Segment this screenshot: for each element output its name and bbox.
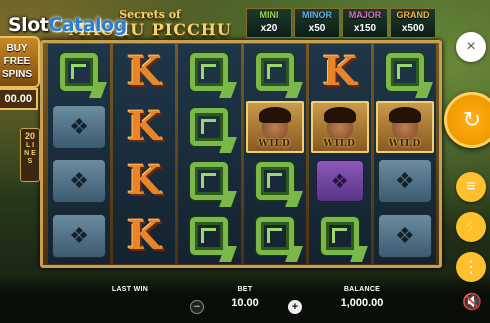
- symbol-stone-eagle: ❖: [376, 210, 434, 263]
- symbol-q: [180, 46, 238, 99]
- reel-1: ❖ ❖ ❖: [48, 44, 111, 264]
- stone-eagle-icon: ❖: [377, 159, 432, 204]
- q-symbol-icon: [190, 162, 229, 201]
- close-icon[interactable]: ×: [456, 32, 486, 62]
- wild-label: WILD: [258, 139, 291, 149]
- symbol-stone-eagle: ❖: [50, 101, 108, 154]
- menu-icon[interactable]: ⋮: [456, 252, 486, 282]
- wild-label: WILD: [388, 139, 422, 149]
- bet-value: 10.00: [231, 297, 259, 309]
- q-symbol-icon: [255, 162, 294, 201]
- balance: BALANCE 1,000.00: [330, 286, 394, 309]
- symbol-k: K: [115, 101, 173, 154]
- symbol-q: [180, 101, 238, 154]
- symbol-q: [376, 46, 434, 99]
- q-symbol-icon: [190, 107, 229, 146]
- spin-icon: ↻: [462, 107, 482, 132]
- symbol-q: [246, 210, 304, 263]
- symbol-k: K: [115, 46, 173, 99]
- symbol-k: K: [115, 210, 173, 263]
- symbol-wild: WILD: [375, 100, 434, 153]
- symbol-q: [180, 155, 238, 208]
- stone-eagle-icon: ❖: [377, 213, 432, 258]
- symbol-stone-eagle: ❖: [50, 210, 108, 263]
- stone-eagle-icon: ❖: [52, 159, 107, 204]
- jackpot-minor: MINOR x50: [294, 8, 340, 38]
- q-symbol-icon: [60, 53, 99, 92]
- symbol-purple-stone: ❖: [311, 155, 369, 208]
- symbol-wild: WILD: [245, 100, 304, 153]
- k-symbol-icon: K: [126, 102, 162, 150]
- reel-grid: ❖ ❖ ❖ K K K K WILD K WILD ❖ WILD ❖ ❖: [48, 44, 436, 264]
- symbol-q: [246, 155, 304, 208]
- buy-free-spins-price[interactable]: 00.00: [0, 88, 38, 110]
- wild-label: WILD: [323, 139, 356, 149]
- reel-5: K WILD ❖: [308, 44, 371, 264]
- q-symbol-icon: [190, 53, 229, 92]
- symbol-q: [50, 46, 108, 99]
- last-win: LAST WIN: [111, 286, 149, 293]
- k-symbol-icon: K: [126, 48, 162, 96]
- reel-6: WILD ❖ ❖: [373, 44, 436, 264]
- coins-icon[interactable]: ≡: [456, 172, 486, 202]
- stone-eagle-icon: ❖: [52, 104, 107, 149]
- bet: BET 10.00: [222, 286, 268, 309]
- symbol-stone-eagle: ❖: [50, 155, 108, 208]
- symbol-q: [311, 210, 369, 263]
- bet-decrease-button[interactable]: −: [190, 300, 204, 314]
- jackpot-major: MAJOR x150: [342, 8, 388, 38]
- symbol-stone-eagle: ❖: [376, 155, 434, 208]
- q-symbol-icon: [255, 216, 294, 255]
- jackpot-panel: MINI x20 MINOR x50 MAJOR x150 GRAND x500: [246, 8, 436, 38]
- slotcatalog-watermark: SlotCatalog: [8, 14, 127, 36]
- jackpot-grand: GRAND x500: [390, 8, 436, 38]
- symbol-k: K: [311, 46, 369, 99]
- symbol-q: [180, 210, 238, 263]
- bet-increase-button[interactable]: +: [288, 300, 302, 314]
- wild-explorer-icon: WILD: [310, 100, 369, 153]
- q-symbol-icon: [385, 53, 424, 92]
- lines-badge: 20 L I N E S: [20, 128, 40, 182]
- sound-toggle-icon[interactable]: 🔇: [462, 292, 482, 312]
- buy-free-spins-button[interactable]: BUY FREE SPINS: [0, 36, 40, 88]
- balance-value: 1,000.00: [340, 297, 384, 309]
- purple-stone-icon: ❖: [315, 160, 364, 203]
- symbol-wild: WILD: [310, 100, 369, 153]
- reel-3: [178, 44, 241, 264]
- stone-eagle-icon: ❖: [52, 213, 107, 258]
- k-symbol-icon: K: [322, 48, 358, 96]
- autoplay-icon[interactable]: ⚡: [456, 212, 486, 242]
- k-symbol-icon: K: [126, 157, 162, 205]
- wild-explorer-icon: WILD: [375, 100, 434, 153]
- q-symbol-icon: [190, 216, 229, 255]
- reel-4: WILD: [243, 44, 306, 264]
- reel-2: KKKK: [113, 44, 176, 264]
- k-symbol-icon: K: [126, 211, 162, 259]
- symbol-k: K: [115, 155, 173, 208]
- jackpot-mini: MINI x20: [246, 8, 292, 38]
- q-symbol-icon: [320, 216, 359, 255]
- wild-explorer-icon: WILD: [245, 100, 304, 153]
- q-symbol-icon: [255, 53, 294, 92]
- symbol-q: [246, 46, 304, 99]
